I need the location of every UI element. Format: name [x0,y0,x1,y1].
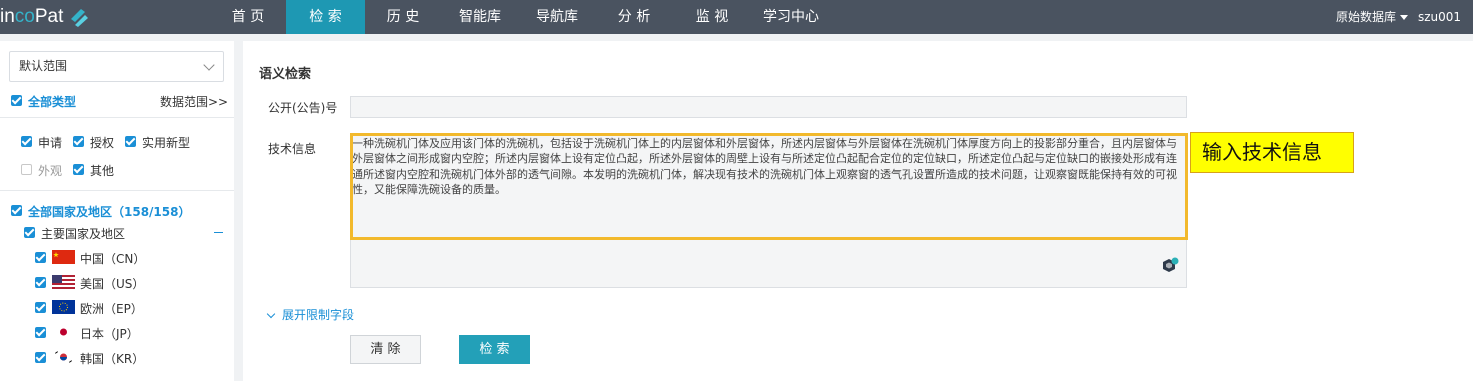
all-regions-checkbox[interactable] [11,205,22,216]
data-range-link[interactable]: 数据范围>> [160,93,228,110]
logo-text-in: in [0,6,15,27]
expand-fields-link[interactable]: 展开限制字段 [266,306,355,323]
nav-history[interactable]: 历 史 [375,0,431,34]
logo-text-pat: Pat [34,6,64,27]
all-types-label: 全部类型 [28,95,77,109]
country-kr-checkbox[interactable] [35,352,46,363]
callout-annotation: 输入技术信息 [1190,132,1354,173]
chevron-down-icon [203,59,215,71]
eu-flag-icon [52,300,75,314]
nav-home[interactable]: 首 页 [222,0,274,34]
us-flag-icon [52,275,75,289]
main-regions-label: 主要国家及地区 [41,227,126,241]
expand-fields-label: 展开限制字段 [282,308,355,322]
nav-monitor[interactable]: 监 视 [684,0,740,34]
country-jp-label: 日本（JP） [80,327,139,341]
divider [0,190,234,191]
ai-assistant-icon[interactable] [1160,256,1180,276]
nav-smart-library[interactable]: 智能库 [449,0,511,34]
database-label: 原始数据库 [1336,10,1397,24]
user-menu[interactable]: szu001 [1418,0,1473,54]
all-types-checkbox[interactable] [11,95,22,106]
scope-select-value: 默认范围 [19,59,68,73]
chevron-down-icon [1400,15,1409,20]
kr-flag-icon [52,350,75,364]
type-other-checkbox[interactable] [73,164,84,175]
type-grant-checkbox[interactable] [73,136,84,147]
country-us-checkbox[interactable] [35,277,46,288]
highlight-box [350,133,1188,240]
nav-learning-center[interactable]: 学习中心 [756,0,826,34]
database-selector[interactable]: 原始数据库 [1336,0,1409,34]
country-cn-checkbox[interactable] [35,252,46,263]
pub-number-input[interactable] [350,96,1187,118]
semantic-search-panel: 语义检索 公开(公告)号 技术信息 一种洗碗机门体及应用该门体的洗碗机，包括设于… [243,41,1473,381]
page-title: 语义检索 [259,67,312,82]
country-kr-label: 韩国（KR） [80,352,145,366]
top-nav-bar: in co Pat 首 页 检 索 历 史 智能库 导航库 分 析 监 视 学习中心… [0,0,1473,54]
divider [0,117,234,118]
nav-search[interactable]: 检 索 [286,0,365,34]
clear-button[interactable]: 清 除 [350,335,421,364]
username-label: szu001 [1418,10,1462,24]
country-ep-checkbox[interactable] [35,302,46,313]
pub-number-label: 公开(公告)号 [268,101,338,115]
jp-flag-icon [52,325,75,339]
chevron-down-icon [266,309,276,319]
all-regions-label: 全部国家及地区（158/158） [28,205,191,219]
filter-sidebar: 默认范围 全部类型 数据范围>> 申请 授权 实用新型 外观 其他 全部国家及地… [0,41,234,381]
scope-select[interactable]: 默认范围 [9,51,224,82]
logo-mark-icon [71,9,89,27]
cn-flag-icon [52,250,75,264]
country-ep-label: 欧洲（EP） [80,302,143,316]
type-utility-label: 实用新型 [142,136,191,150]
type-design-label: 外观 [38,164,63,178]
incopat-logo[interactable]: in co Pat [0,0,91,34]
collapse-minus-icon[interactable] [214,232,223,233]
main-regions-checkbox[interactable] [24,227,35,238]
logo-text-co: co [14,6,35,27]
search-button[interactable]: 检 索 [459,335,530,364]
nav-analysis[interactable]: 分 析 [606,0,662,34]
type-utility-checkbox[interactable] [125,136,136,147]
type-grant-label: 授权 [90,136,115,150]
nav-navigation-library[interactable]: 导航库 [526,0,588,34]
country-us-label: 美国（US） [80,277,145,291]
country-jp-checkbox[interactable] [35,327,46,338]
type-design-checkbox[interactable] [21,164,32,175]
type-apply-label: 申请 [38,136,63,150]
type-other-label: 其他 [90,164,115,178]
country-cn-label: 中国（CN） [80,252,146,266]
type-apply-checkbox[interactable] [21,136,32,147]
tech-info-label: 技术信息 [268,142,317,156]
